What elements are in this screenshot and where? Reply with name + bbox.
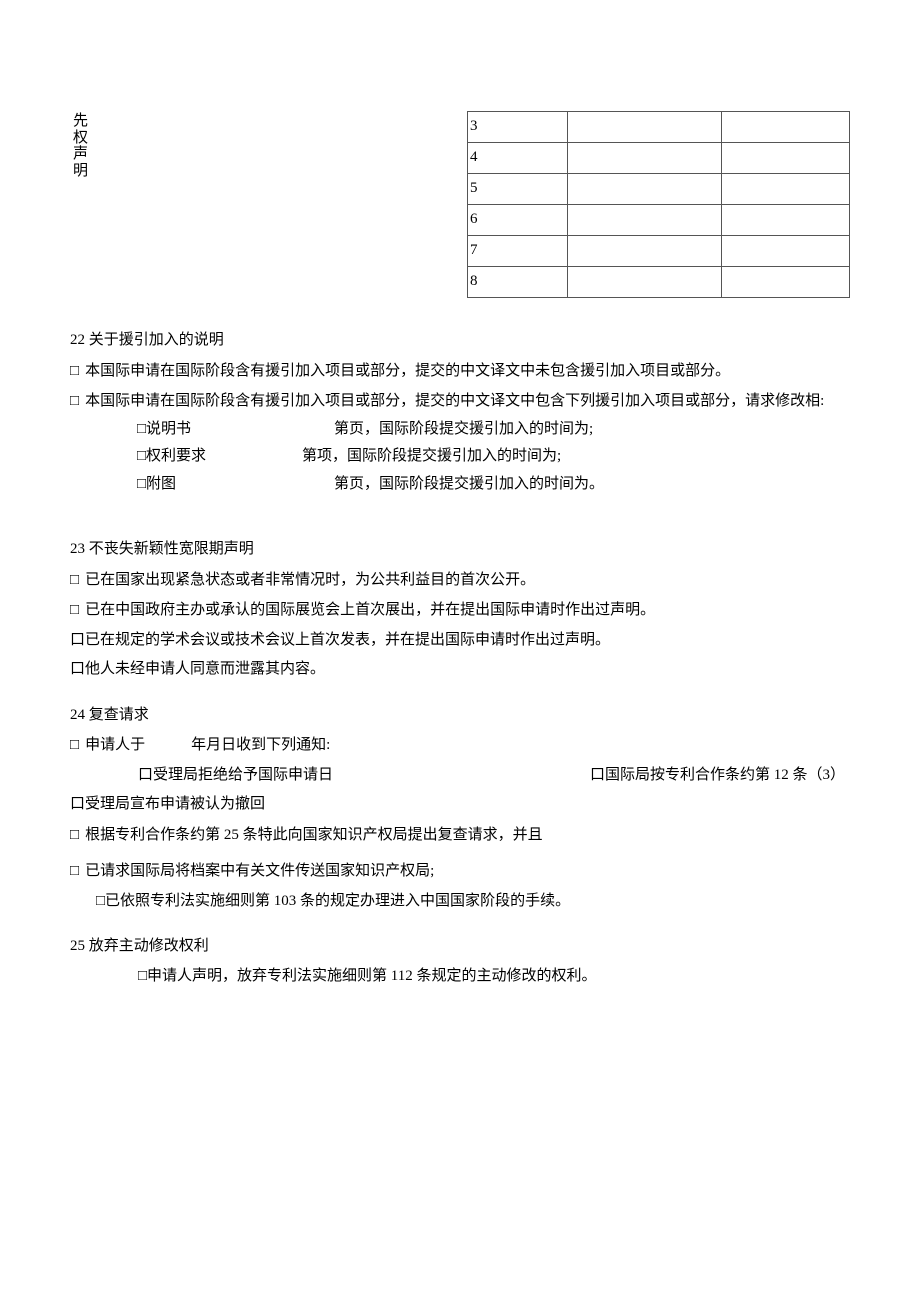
priority-cell[interactable] [722, 174, 850, 205]
s23-item-4: 口他人未经申请人同意而泄露其内容。 [70, 657, 850, 683]
priority-cell[interactable] [568, 205, 722, 236]
s23-item-2-text: 已在中国政府主办或承认的国际展览会上首次展出，并在提出国际申请时作出过声明。 [85, 602, 655, 618]
s24-reexam-request: □ 根据专利合作条约第 25 条特此向国家知识产权局提出复查请求，并且 [70, 822, 850, 849]
s22-option-2-text: 本国际申请在国际阶段含有援引加入项目或部分，提交的中文译文中包含下列援引加入项目… [85, 393, 824, 409]
s24-file-text: 已请求国际局将档案中有关文件传送国家知识产权局; [85, 863, 434, 879]
s22-sub-drawings[interactable]: □附图 [137, 472, 302, 498]
priority-cell[interactable] [722, 267, 850, 298]
checkbox-icon[interactable]: □ [70, 732, 79, 758]
section-22-title: 22 关于援引加入的说明 [70, 328, 850, 354]
section-24-title: 24 复查请求 [70, 703, 850, 729]
s22-sub-claims[interactable]: □权利要求 [137, 444, 302, 470]
priority-row-idx: 6 [468, 205, 568, 236]
priority-cell[interactable] [568, 236, 722, 267]
checkbox-icon[interactable]: □ [70, 388, 79, 414]
s22-sub-spec-text: 第页，国际阶段提交援引加入的时间为; [302, 417, 850, 443]
priority-cell[interactable] [568, 174, 722, 205]
s23-item-1-text: 已在国家出现紧急状态或者非常情况时，为公共利益目的首次公开。 [85, 572, 535, 588]
s24-proc-done: □已依照专利法实施细则第 103 条的规定办理进入中国国家阶段的手续。 [70, 889, 850, 915]
s25-waiver: □申请人声明，放弃专利法实施细则第 112 条规定的主动修改的权利。 [70, 964, 850, 990]
s22-sub-claims-text: 第项，国际阶段提交援引加入的时间为; [302, 444, 850, 470]
s23-item-3: 口已在规定的学术会议或技术会议上首次发表，并在提出国际申请时作出过声明。 [70, 628, 850, 654]
s23-item-1: □ 已在国家出现紧急状态或者非常情况时，为公共利益目的首次公开。 [70, 567, 850, 594]
priority-row-idx: 3 [468, 112, 568, 143]
s22-sub-drawings-text: 第页，国际阶段提交援引加入的时间为。 [302, 472, 850, 498]
checkbox-icon[interactable]: □ [70, 567, 79, 593]
priority-row-idx: 7 [468, 236, 568, 267]
s24-date-pre: 申请人于 [85, 737, 145, 753]
priority-cell[interactable] [722, 112, 850, 143]
priority-cell[interactable] [722, 236, 850, 267]
s24-reexam-text: 根据专利合作条约第 25 条特此向国家知识产权局提出复查请求，并且 [85, 827, 543, 843]
s22-option-1: □ 本国际申请在国际阶段含有援引加入项目或部分，提交的中文译文中未包含援引加入项目… [70, 358, 850, 385]
priority-row-idx: 8 [468, 267, 568, 298]
priority-cell[interactable] [722, 205, 850, 236]
checkbox-icon[interactable]: □ [70, 822, 79, 848]
priority-row-idx: 5 [468, 174, 568, 205]
section-23-title: 23 不丧失新颖性宽限期声明 [70, 537, 850, 563]
priority-table: 3 4 5 6 7 8 [467, 111, 850, 298]
section-25-title: 25 放弃主动修改权利 [70, 934, 850, 960]
s22-sub-spec[interactable]: □说明书 [137, 417, 302, 443]
s23-item-2: □ 已在中国政府主办或承认的国际展览会上首次展出，并在提出国际申请时作出过声明。 [70, 597, 850, 624]
s24-notice-withdrawn: 口受理局宣布申请被认为撤回 [70, 792, 850, 818]
checkbox-icon[interactable]: □ [70, 358, 79, 384]
s24-applicant-date: □ 申请人于 年月日收到下列通知: [70, 732, 850, 759]
priority-cell[interactable] [568, 143, 722, 174]
priority-cell[interactable] [722, 143, 850, 174]
priority-cell[interactable] [568, 267, 722, 298]
s24-file-request: □ 已请求国际局将档案中有关文件传送国家知识产权局; [70, 858, 850, 885]
s24-notice-ib: 口国际局按专利合作条约第 12 条（3） [590, 763, 850, 789]
priority-cell[interactable] [568, 112, 722, 143]
priority-vertical-label: 先权声明 [73, 113, 89, 179]
priority-row-idx: 4 [468, 143, 568, 174]
checkbox-icon[interactable]: □ [70, 597, 79, 623]
checkbox-icon[interactable]: □ [70, 858, 79, 884]
s24-date-post: 年月日收到下列通知: [191, 737, 330, 753]
s22-option-1-text: 本国际申请在国际阶段含有援引加入项目或部分，提交的中文译文中未包含援引加入项目或… [85, 363, 730, 379]
s24-notice-refuse: 口受理局拒绝给予国际申请日 [70, 763, 590, 789]
s22-option-2: □ 本国际申请在国际阶段含有援引加入项目或部分，提交的中文译文中包含下列援引加入项… [70, 388, 850, 415]
